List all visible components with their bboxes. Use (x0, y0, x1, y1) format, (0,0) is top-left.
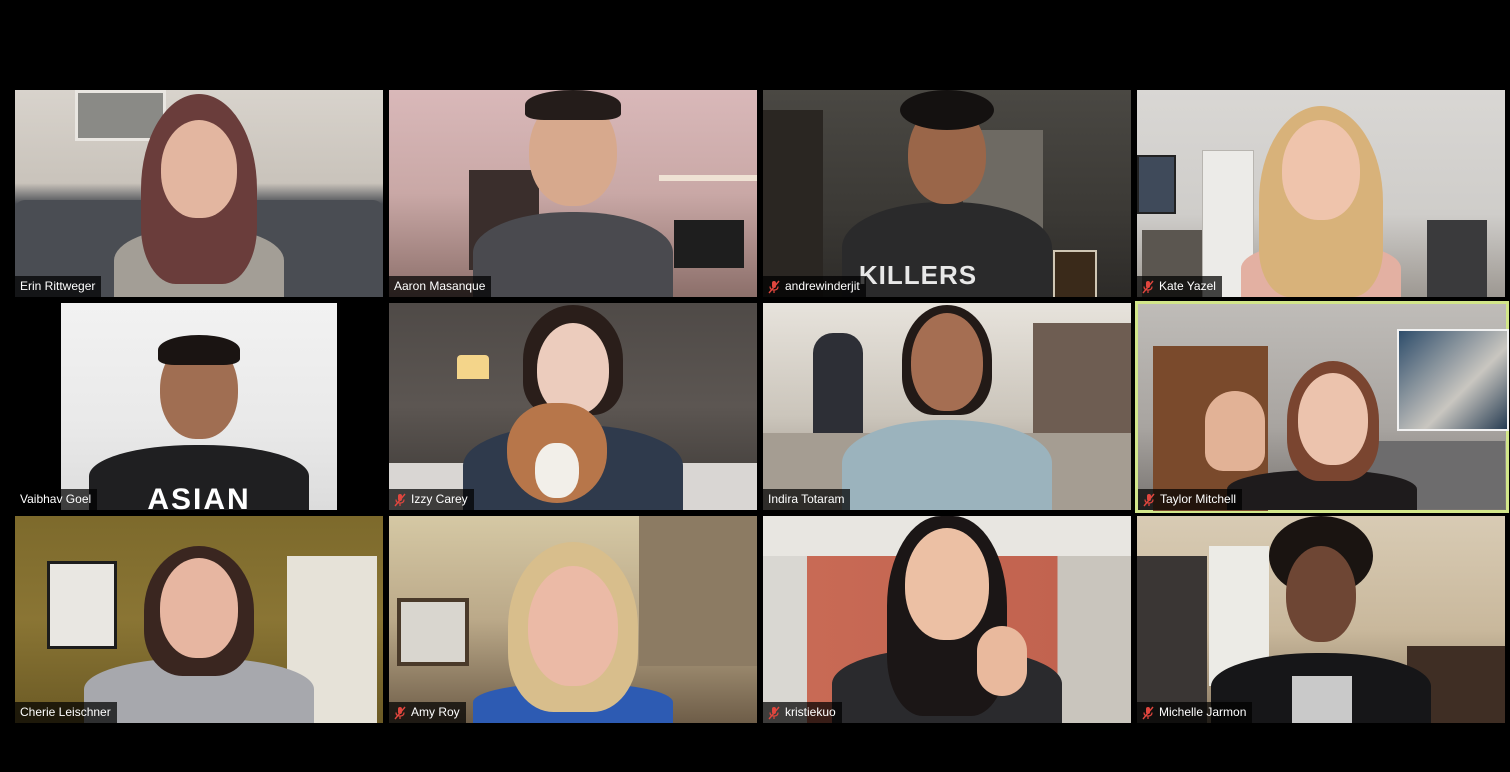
person-hair (158, 335, 240, 365)
participant-name-tag: andrewinderjit (763, 276, 866, 297)
shelf (659, 175, 757, 181)
person-face (1282, 120, 1360, 220)
video-tile-amy-roy[interactable]: Amy Roy (389, 516, 757, 723)
person-body (842, 420, 1052, 510)
microphone-muted-icon (394, 493, 406, 506)
participant-name-tag: kristiekuo (763, 702, 842, 723)
participant-name: Aaron Masanque (394, 279, 486, 293)
video-tile-kate-yazel[interactable]: Kate Yazel (1137, 90, 1505, 297)
participant-name: andrewinderjit (785, 279, 860, 293)
participant-name-tag: Michelle Jarmon (1137, 702, 1253, 723)
person-face (537, 323, 609, 415)
person-face (1286, 546, 1356, 642)
participant-name: Izzy Carey (411, 492, 468, 506)
participant-name-tag: Amy Roy (389, 702, 466, 723)
mirror (639, 516, 757, 666)
participant-name: Amy Roy (411, 705, 460, 719)
lamp (457, 355, 489, 379)
chair (1427, 220, 1487, 297)
poster (1053, 250, 1097, 297)
participant-name: Cherie Leischner (20, 705, 111, 719)
microphone-muted-icon (394, 706, 406, 719)
participant-name-tag: Kate Yazel (1137, 276, 1222, 297)
person-body (473, 212, 673, 297)
participant-name: Kate Yazel (1159, 279, 1216, 293)
participant-name-tag: Erin Rittweger (15, 276, 102, 297)
participant-name: Taylor Mitchell (1160, 492, 1237, 506)
participant-name: Indira Totaram (768, 492, 845, 506)
video-tile-andrewinderjit[interactable]: KILLERS andrewinderjit (763, 90, 1131, 297)
person-face (1298, 373, 1369, 465)
video-tile-indira-totaram[interactable]: Indira Totaram (763, 303, 1131, 510)
participant-name-tag: Izzy Carey (389, 489, 474, 510)
participant-name: Michelle Jarmon (1159, 705, 1247, 719)
bookshelf (763, 110, 823, 297)
microphone-muted-icon (1142, 706, 1154, 719)
thumbs-up-hand (1205, 391, 1265, 471)
participant-name-tag: Aaron Masanque (389, 276, 492, 297)
shirt-print (1292, 676, 1352, 723)
participant-name-tag: Taylor Mitchell (1138, 489, 1243, 510)
participant-name-tag: Indira Totaram (763, 489, 851, 510)
microphone-muted-icon (1142, 280, 1154, 293)
wall-art (1397, 329, 1509, 431)
shelving-unit (1137, 556, 1207, 723)
participant-name: Erin Rittweger (20, 279, 96, 293)
microphone-muted-icon (1143, 493, 1155, 506)
video-tile-michelle-jarmon[interactable]: Michelle Jarmon (1137, 516, 1505, 723)
person-hair (525, 90, 621, 120)
microphone-muted-icon (768, 706, 780, 719)
shirt-text: ASIAN (147, 483, 251, 510)
framed-picture (47, 561, 117, 649)
video-tile-izzy-carey[interactable]: Izzy Carey (389, 303, 757, 510)
shirt-text: KILLERS (858, 260, 978, 290)
dog-face (535, 443, 579, 498)
video-tile-erin-rittweger[interactable]: Erin Rittweger (15, 90, 383, 297)
video-tile-taylor-mitchell[interactable]: Taylor Mitchell (1135, 301, 1509, 513)
video-tile-aaron-masanque[interactable]: Aaron Masanque (389, 90, 757, 297)
person-hair (900, 90, 994, 130)
hand (977, 626, 1027, 696)
picture-frame (1137, 155, 1176, 214)
coats-on-wall (813, 333, 863, 443)
video-tile-kristiekuo[interactable]: kristiekuo (763, 516, 1131, 723)
participant-name: kristiekuo (785, 705, 836, 719)
person-face (528, 566, 618, 686)
person-face (905, 528, 989, 640)
video-tile-cherie-leischner[interactable]: Cherie Leischner (15, 516, 383, 723)
participant-name-tag: Cherie Leischner (15, 702, 117, 723)
framed-picture (397, 598, 469, 666)
participant-name: Vaibhav Goel (20, 492, 92, 506)
microphone-muted-icon (768, 280, 780, 293)
tv (674, 220, 744, 268)
person-face (911, 313, 983, 411)
participant-name-tag: Vaibhav Goel (15, 489, 98, 510)
person-face (161, 120, 237, 218)
person-face (160, 558, 238, 658)
video-tile-vaibhav-goel[interactable]: ASIAN Vaibhav Goel (15, 303, 383, 510)
